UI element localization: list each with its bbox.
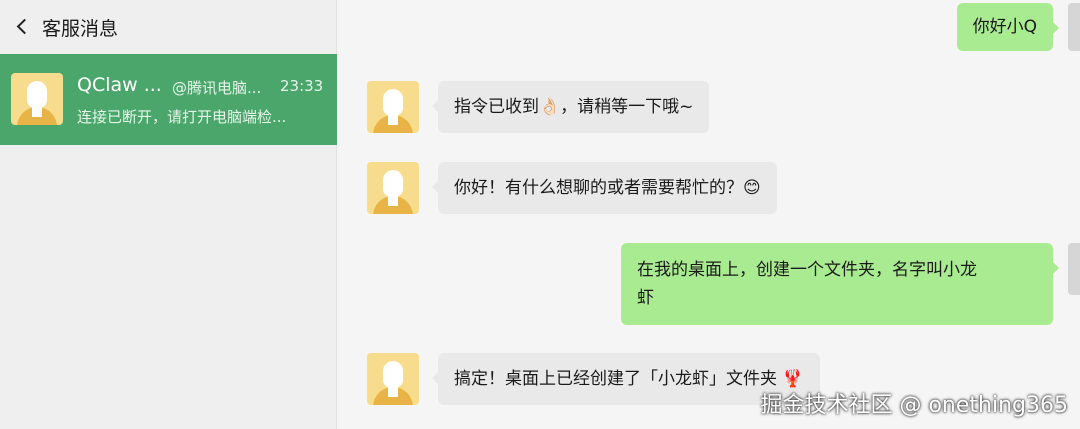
message-text: 你好！有什么想聊的或者需要帮忙的？😊 [454,178,761,198]
message-bubble-outgoing[interactable]: 在我的桌面上，创建一个文件夹，名字叫小龙 虾 [621,243,1059,325]
avatar [367,81,419,133]
message-text-line: 虾 [637,288,654,308]
avatar [367,162,419,214]
message-bubble-incoming[interactable]: 指令已收到👌🏻，请稍等一下哦~ [431,81,710,133]
sidebar-title: 客服消息 [42,17,119,40]
chat-panel: 你好小Q 指令已收到👌🏻，请稍等一下哦~ 你好！有什么想聊的或者需要帮忙的？😊 … [338,0,1080,429]
message-bubble-incoming[interactable]: 你好！有什么想聊的或者需要帮忙的？😊 [432,162,777,214]
conversation-time: 23:33 [280,77,324,95]
avatar [367,353,419,405]
message-text: 指令已收到👌🏻，请稍等一下哦~ [454,97,694,117]
user-avatar [1068,3,1080,51]
conversation-name: QClaw ... [77,74,162,96]
watermark: 掘金技术社区 @ onething365 [760,393,1068,418]
message-text: 你好小Q [972,17,1037,37]
conversation-source: @腾讯电脑... [172,79,262,97]
conversation-preview: 连接已断开，请打开电脑端检... [77,108,287,126]
message-bubble-outgoing[interactable]: 你好小Q [956,3,1060,51]
avatar [11,73,63,125]
message-text-line: 在我的桌面上，创建一个文件夹，名字叫小龙 [637,260,977,280]
sidebar-header: 客服消息 [0,0,336,54]
back-arrow-icon[interactable] [16,20,30,34]
message-text: 搞定！桌面上已经创建了「小龙虾」文件夹 🦞 [454,369,804,389]
user-avatar [1068,243,1080,295]
